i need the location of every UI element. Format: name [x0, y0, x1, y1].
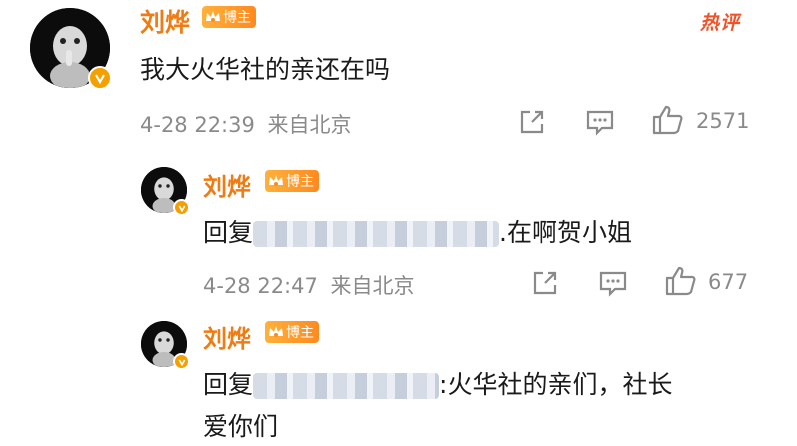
reply-prefix: 回复: [203, 370, 254, 399]
author-name[interactable]: 刘烨: [203, 167, 251, 202]
like-count: 2571: [696, 109, 750, 133]
comment-meta: 4-28 22:39 来自北京: [140, 109, 352, 139]
verified-icon: [173, 199, 190, 216]
comment-time: 4-28 22:39: [140, 113, 255, 137]
avatar[interactable]: [30, 8, 112, 90]
comment-meta: 4-28 22:47 来自北京: [203, 270, 415, 300]
comment-icon[interactable]: [598, 269, 628, 297]
verified-icon: [173, 353, 190, 370]
badge-label: 博主: [286, 325, 314, 341]
reply-text: 回复 .在啊贺小姐: [203, 213, 632, 249]
reply-item: 刘烨 博主 回复 :火华社的亲们，社长 爱你们: [0, 305, 797, 446]
comment-source: 来自北京: [330, 274, 415, 298]
crown-icon: [269, 326, 283, 337]
blogger-badge: 博主: [202, 6, 256, 28]
author-name[interactable]: 刘烨: [203, 319, 251, 354]
share-icon[interactable]: [531, 269, 559, 297]
avatar[interactable]: [141, 167, 190, 216]
comment-item: 刘烨 博主 我大火华社的亲还在吗 4-28 22:39 来自北京 2571: [0, 0, 797, 150]
comment-icon[interactable]: [585, 108, 615, 136]
reply-text-continued: 爱你们: [203, 412, 279, 441]
avatar[interactable]: [141, 321, 190, 370]
reply-prefix: 回复: [203, 218, 254, 247]
verified-icon: [88, 66, 112, 90]
redacted-username: [253, 221, 500, 247]
reply-body: :火华社的亲们，社长: [439, 370, 673, 399]
share-icon[interactable]: [518, 108, 546, 136]
reply-text: 回复 :火华社的亲们，社长: [203, 365, 672, 401]
comment-text: 我大火华社的亲还在吗: [140, 55, 391, 84]
blogger-badge: 博主: [265, 170, 319, 192]
comment-source: 来自北京: [267, 113, 352, 137]
like-icon[interactable]: [651, 104, 685, 136]
redacted-username: [253, 373, 440, 399]
like-icon[interactable]: [664, 265, 698, 297]
crown-icon: [269, 175, 283, 186]
badge-label: 博主: [223, 10, 251, 26]
badge-label: 博主: [286, 174, 314, 190]
reply-body: .在啊贺小姐: [499, 218, 632, 247]
like-count: 677: [708, 270, 749, 294]
crown-icon: [206, 11, 220, 22]
author-name[interactable]: 刘烨: [140, 3, 190, 39]
blogger-badge: 博主: [265, 321, 319, 343]
reply-item: 刘烨 博主 回复 .在啊贺小姐 4-28 22:47 来自北京 677: [0, 150, 797, 305]
comment-time: 4-28 22:47: [203, 274, 318, 298]
